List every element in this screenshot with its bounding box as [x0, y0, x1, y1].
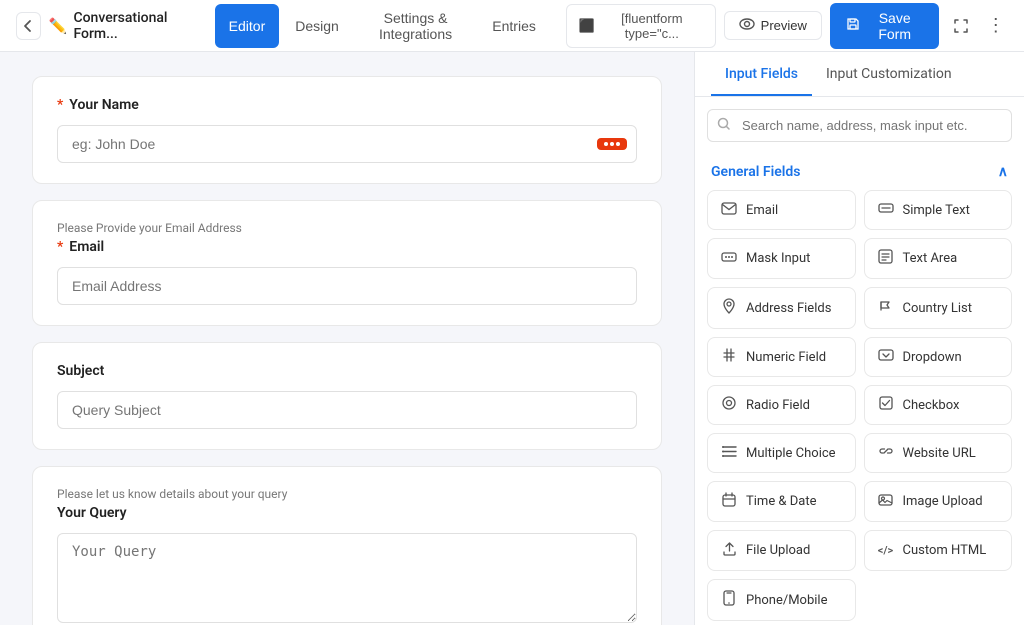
field-item-dropdown[interactable]: Dropdown — [864, 337, 1013, 377]
field-item-mask-input[interactable]: Mask Input — [707, 238, 856, 279]
field-item-custom-html[interactable]: </> Custom HTML — [864, 530, 1013, 571]
address-icon — [720, 298, 738, 318]
file-upload-icon — [720, 541, 738, 560]
top-nav: ✏️ Conversational Form... Editor Design … — [0, 0, 1024, 52]
search-input[interactable] — [707, 109, 1012, 142]
name-input[interactable] — [57, 125, 637, 163]
dot3 — [616, 142, 620, 146]
field-item-time-date[interactable]: Time & Date — [707, 481, 856, 522]
tab-input-customization[interactable]: Input Customization — [812, 52, 966, 96]
email-field-label: * Email — [57, 239, 637, 255]
query-sub-label: Please let us know details about your qu… — [57, 487, 637, 501]
tab-settings[interactable]: Settings & Integrations — [355, 4, 476, 48]
back-button[interactable] — [16, 12, 41, 40]
app-title: ✏️ Conversational Form... — [49, 10, 195, 42]
dot1 — [604, 142, 608, 146]
phone-mobile-icon — [720, 590, 738, 610]
eye-icon — [739, 18, 755, 33]
required-star: * — [57, 239, 63, 255]
tab-design[interactable]: Design — [281, 4, 353, 48]
numeric-field-icon — [720, 348, 738, 366]
website-url-icon — [877, 444, 895, 462]
edit-icon: ✏️ — [49, 17, 68, 35]
email-field-icon — [720, 201, 738, 219]
mask-input-icon — [720, 250, 738, 268]
field-item-email[interactable]: Email — [707, 190, 856, 230]
field-item-text-area[interactable]: Text Area — [864, 238, 1013, 279]
email-sub-label: Please Provide your Email Address — [57, 221, 637, 235]
field-item-checkbox[interactable]: Checkbox — [864, 385, 1013, 425]
multiple-choice-icon — [720, 444, 738, 462]
name-dots-button[interactable] — [597, 138, 627, 150]
more-options-button[interactable]: ⋮ — [983, 12, 1008, 40]
save-icon — [846, 17, 860, 34]
fields-section: General Fields ∧ Email — [695, 154, 1024, 625]
dropdown-icon — [877, 348, 895, 366]
text-area-icon — [877, 249, 895, 268]
email-field-card: Please Provide your Email Address * Emai… — [32, 200, 662, 326]
right-tabs: Input Fields Input Customization — [695, 52, 1024, 97]
name-field-card: * Your Name — [32, 76, 662, 184]
time-date-icon — [720, 492, 738, 511]
fullscreen-button[interactable] — [947, 10, 975, 42]
radio-field-icon — [720, 396, 738, 414]
field-item-website-url[interactable]: Website URL — [864, 433, 1013, 473]
field-item-multiple-choice[interactable]: Multiple Choice — [707, 433, 856, 473]
shortcode-icon: ⬛ — [579, 18, 595, 34]
tab-editor[interactable]: Editor — [215, 4, 280, 48]
preview-button[interactable]: Preview — [724, 11, 822, 40]
nav-tabs: Editor Design Settings & Integrations En… — [215, 4, 550, 48]
name-field-label: * Your Name — [57, 97, 637, 113]
tab-entries[interactable]: Entries — [478, 4, 550, 48]
field-item-radio-field[interactable]: Radio Field — [707, 385, 856, 425]
checkbox-icon — [877, 396, 895, 414]
image-upload-icon — [877, 493, 895, 511]
fields-grid: Email Simple Text — [707, 190, 1012, 625]
form-editor-panel: * Your Name Please Provide your Email Ad… — [0, 52, 694, 625]
subject-field-label: Subject — [57, 363, 637, 379]
general-fields-header: General Fields ∧ — [707, 154, 1012, 190]
field-item-country-list[interactable]: Country List — [864, 287, 1013, 329]
field-item-phone-mobile[interactable]: Phone/Mobile — [707, 579, 856, 621]
simple-text-icon — [877, 201, 895, 219]
search-icon — [717, 117, 731, 135]
main-layout: * Your Name Please Provide your Email Ad… — [0, 52, 1024, 625]
save-button[interactable]: Save Form — [830, 3, 940, 49]
right-panel: Input Fields Input Customization General… — [694, 52, 1024, 625]
dot2 — [610, 142, 614, 146]
field-item-numeric-field[interactable]: Numeric Field — [707, 337, 856, 377]
field-item-simple-text[interactable]: Simple Text — [864, 190, 1013, 230]
query-input[interactable] — [57, 533, 637, 623]
required-star: * — [57, 97, 63, 113]
tab-input-fields[interactable]: Input Fields — [711, 52, 812, 96]
chevron-up-icon: ∧ — [998, 164, 1008, 180]
field-item-image-upload[interactable]: Image Upload — [864, 481, 1013, 522]
name-input-wrapper — [57, 125, 637, 163]
search-box — [707, 109, 1012, 142]
subject-input[interactable] — [57, 391, 637, 429]
shortcode-button[interactable]: ⬛ [fluentform type="c... — [566, 4, 716, 48]
subject-field-card: Subject — [32, 342, 662, 450]
custom-html-icon: </> — [877, 544, 895, 557]
field-item-file-upload[interactable]: File Upload — [707, 530, 856, 571]
field-item-address-fields[interactable]: Address Fields — [707, 287, 856, 329]
email-input[interactable] — [57, 267, 637, 305]
query-field-label: Your Query — [57, 505, 637, 521]
country-list-icon — [877, 299, 895, 317]
query-field-card: Please let us know details about your qu… — [32, 466, 662, 625]
